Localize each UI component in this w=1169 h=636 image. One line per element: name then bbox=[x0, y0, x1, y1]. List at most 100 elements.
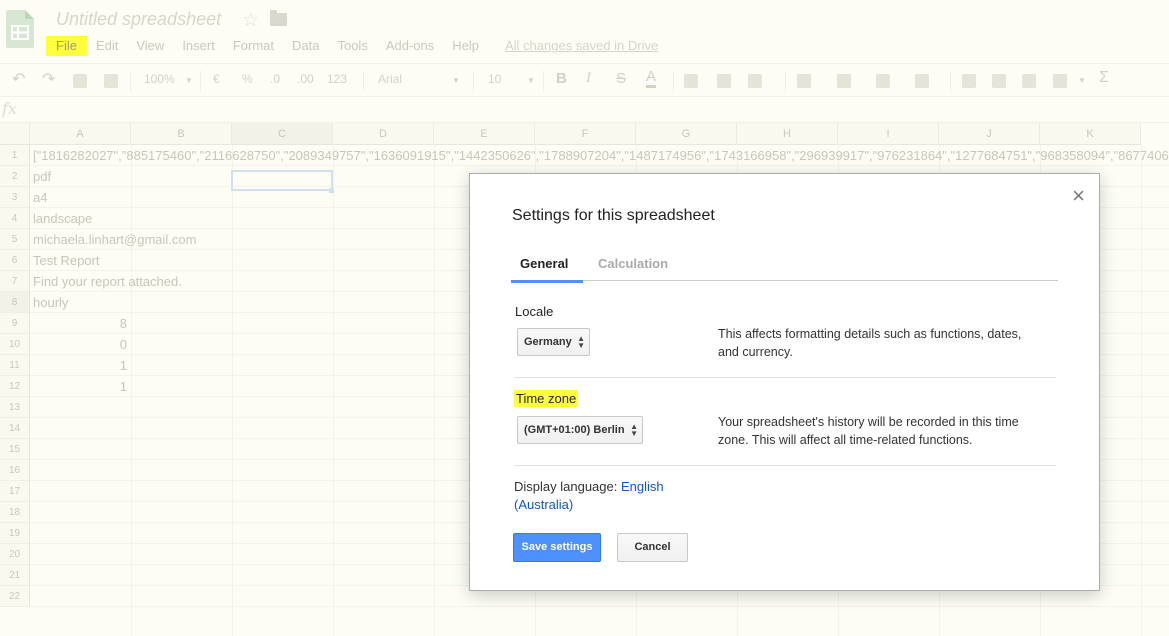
row-header[interactable]: 11 bbox=[0, 355, 30, 376]
bold-button[interactable]: B bbox=[556, 70, 567, 87]
column-header[interactable]: G bbox=[636, 123, 737, 145]
zoom-dropdown-icon[interactable]: ▼ bbox=[185, 76, 193, 85]
insert-comment-icon[interactable] bbox=[992, 74, 1006, 88]
row-header[interactable]: 3 bbox=[0, 187, 30, 208]
cell-a5[interactable]: michaela.linhart@gmail.com bbox=[33, 229, 196, 250]
filter-dropdown-icon[interactable]: ▼ bbox=[1078, 76, 1086, 85]
menu-format[interactable]: Format bbox=[224, 36, 283, 56]
cell-a11[interactable]: 1 bbox=[33, 355, 127, 376]
cell-a2[interactable]: pdf bbox=[33, 166, 51, 187]
menu-file[interactable]: File bbox=[46, 36, 87, 56]
menu-insert[interactable]: Insert bbox=[173, 36, 224, 56]
menu-help[interactable]: Help bbox=[443, 36, 488, 56]
more-formats-button[interactable]: 123 bbox=[327, 72, 347, 86]
undo-icon[interactable]: ↶ bbox=[12, 69, 25, 89]
row-header[interactable]: 17 bbox=[0, 481, 30, 502]
merge-cells-icon[interactable] bbox=[748, 74, 762, 88]
tab-calculation[interactable]: Calculation bbox=[598, 256, 668, 271]
display-language-link[interactable]: English bbox=[621, 479, 664, 494]
display-language-link-cont[interactable]: (Australia) bbox=[514, 497, 573, 512]
row-header[interactable]: 18 bbox=[0, 502, 30, 523]
column-header[interactable]: D bbox=[333, 123, 434, 145]
borders-icon[interactable] bbox=[717, 74, 731, 88]
column-header[interactable]: I bbox=[838, 123, 939, 145]
cancel-button[interactable]: Cancel bbox=[617, 533, 688, 562]
font-family-select[interactable]: Arial bbox=[378, 72, 402, 86]
increase-decimal-button[interactable]: .00 bbox=[297, 72, 314, 86]
row-header[interactable]: 21 bbox=[0, 565, 30, 586]
tab-general[interactable]: General bbox=[510, 256, 584, 283]
cell-a10[interactable]: 0 bbox=[33, 334, 127, 355]
cell-a8[interactable]: hourly bbox=[33, 292, 68, 313]
percent-format-button[interactable]: % bbox=[242, 72, 253, 86]
row-header[interactable]: 14 bbox=[0, 418, 30, 439]
cell-a12[interactable]: 1 bbox=[33, 376, 127, 397]
strikethrough-button[interactable]: S bbox=[616, 70, 626, 87]
row-header[interactable]: 22 bbox=[0, 586, 30, 607]
row-header[interactable]: 8 bbox=[0, 292, 30, 313]
insert-chart-icon[interactable] bbox=[1022, 74, 1036, 88]
zoom-select[interactable]: 100% bbox=[144, 72, 175, 86]
column-header[interactable]: C bbox=[232, 123, 333, 145]
close-icon[interactable]: × bbox=[1072, 184, 1085, 208]
sheets-logo-icon[interactable] bbox=[6, 10, 34, 48]
column-header[interactable]: H bbox=[737, 123, 838, 145]
row-header[interactable]: 4 bbox=[0, 208, 30, 229]
column-header[interactable]: J bbox=[939, 123, 1040, 145]
row-header[interactable]: 13 bbox=[0, 397, 30, 418]
save-settings-button[interactable]: Save settings bbox=[513, 533, 601, 562]
column-header[interactable]: K bbox=[1040, 123, 1141, 145]
document-title[interactable]: Untitled spreadsheet bbox=[56, 9, 221, 30]
align-horizontal-icon[interactable] bbox=[797, 74, 811, 88]
cell-a6[interactable]: Test Report bbox=[33, 250, 99, 271]
row-header[interactable]: 16 bbox=[0, 460, 30, 481]
text-color-button[interactable]: A bbox=[646, 69, 657, 88]
cell-a9[interactable]: 8 bbox=[33, 313, 127, 334]
row-header[interactable]: 19 bbox=[0, 523, 30, 544]
font-size-dropdown-icon[interactable]: ▼ bbox=[527, 76, 535, 85]
insert-link-icon[interactable] bbox=[962, 74, 976, 88]
row-header[interactable]: 1 bbox=[0, 145, 30, 166]
functions-button[interactable]: Σ bbox=[1099, 69, 1109, 87]
row-header[interactable]: 20 bbox=[0, 544, 30, 565]
paint-format-icon[interactable] bbox=[104, 74, 118, 88]
menu-tools[interactable]: Tools bbox=[328, 36, 376, 56]
star-icon[interactable]: ☆ bbox=[242, 9, 259, 32]
decrease-decimal-button[interactable]: .0 bbox=[270, 72, 280, 86]
cell-a3[interactable]: a4 bbox=[33, 187, 47, 208]
locale-select[interactable]: Germany ▲ ▼ bbox=[517, 328, 590, 356]
folder-icon[interactable] bbox=[270, 10, 287, 26]
redo-icon[interactable]: ↷ bbox=[42, 69, 55, 89]
menu-edit[interactable]: Edit bbox=[87, 36, 127, 56]
font-dropdown-icon[interactable]: ▼ bbox=[452, 76, 460, 85]
menu-data[interactable]: Data bbox=[283, 36, 328, 56]
menu-view[interactable]: View bbox=[127, 36, 173, 56]
column-header[interactable]: F bbox=[535, 123, 636, 145]
row-header[interactable]: 9 bbox=[0, 313, 30, 334]
text-rotation-icon[interactable] bbox=[915, 74, 929, 88]
column-header[interactable]: A bbox=[30, 123, 131, 145]
timezone-select[interactable]: (GMT+01:00) Berlin ▲ ▼ bbox=[517, 416, 643, 444]
row-header[interactable]: 12 bbox=[0, 376, 30, 397]
save-status-link[interactable]: All changes saved in Drive bbox=[496, 36, 667, 56]
font-size-select[interactable]: 10 bbox=[488, 72, 501, 86]
italic-button[interactable]: I bbox=[586, 70, 591, 87]
row-header[interactable]: 5 bbox=[0, 229, 30, 250]
align-vertical-icon[interactable] bbox=[837, 74, 851, 88]
row-header[interactable]: 7 bbox=[0, 271, 30, 292]
row-header[interactable]: 15 bbox=[0, 439, 30, 460]
print-icon[interactable] bbox=[73, 74, 87, 88]
column-header[interactable]: E bbox=[434, 123, 535, 145]
row-header[interactable]: 2 bbox=[0, 166, 30, 187]
formula-bar[interactable]: fx bbox=[0, 98, 1169, 123]
fill-color-icon[interactable] bbox=[684, 74, 698, 88]
select-all-corner[interactable] bbox=[0, 123, 30, 145]
currency-format-button[interactable]: € bbox=[213, 72, 220, 86]
row-header[interactable]: 10 bbox=[0, 334, 30, 355]
fill-handle[interactable] bbox=[329, 188, 334, 193]
menu-addons[interactable]: Add-ons bbox=[377, 36, 443, 56]
cell-a1[interactable]: ["1816282027","885175460","2116628750","… bbox=[33, 145, 1169, 166]
selected-cell[interactable] bbox=[231, 170, 333, 191]
column-header[interactable]: B bbox=[131, 123, 232, 145]
row-header[interactable]: 6 bbox=[0, 250, 30, 271]
